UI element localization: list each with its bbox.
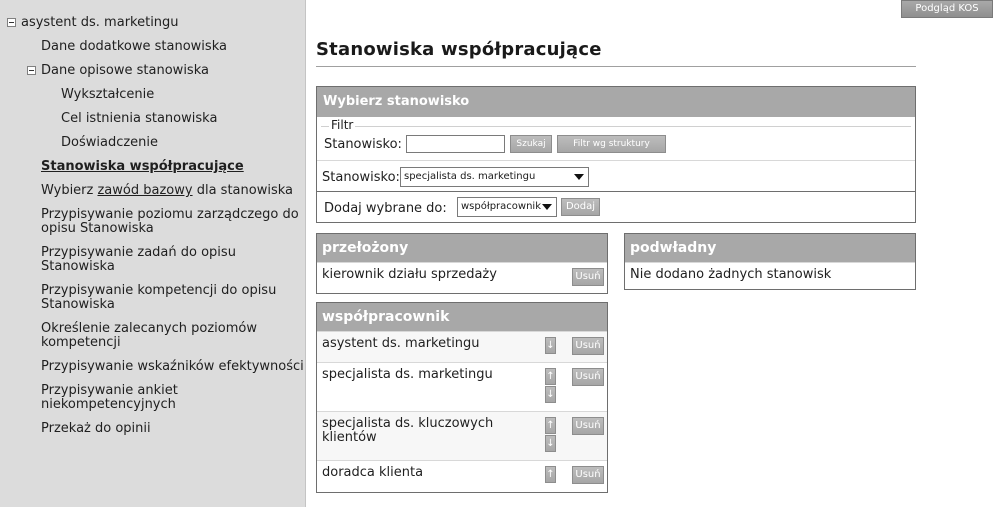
base-profession-link[interactable]: zawód bazowy <box>97 183 192 198</box>
sidebar-item-tasks[interactable]: Przypisywanie zadań do opisu Stanowiska <box>41 246 251 274</box>
sidebar-item-label: Wybierz <box>41 183 98 198</box>
collapse-icon[interactable] <box>27 66 36 75</box>
panel-header: Wybierz stanowisko <box>317 87 915 117</box>
add-target-select[interactable]: współpracownik <box>457 197 557 217</box>
sidebar-item-label: dla stanowiska <box>192 183 293 198</box>
page-title: Stanowiska współpracujące <box>316 39 602 60</box>
sidebar-item-send-for-review[interactable]: Przekaż do opinii <box>41 422 151 436</box>
sidebar-item-additional-data[interactable]: Dane dodatkowe stanowiska <box>41 40 227 54</box>
add-button[interactable]: Dodaj <box>561 198 600 216</box>
add-to-label: Dodaj wybrane do: <box>324 201 447 216</box>
table-row: doradca klienta ↑ Usuń <box>317 460 607 492</box>
superior-panel: przełożony kierownik działu sprzedaży Us… <box>316 233 608 294</box>
delete-button[interactable]: Usuń <box>572 268 604 286</box>
sidebar-item-label[interactable]: Przypisywanie kompetencji do opisu Stano… <box>41 283 276 312</box>
sidebar-item-label[interactable]: Dane dodatkowe stanowiska <box>41 39 227 54</box>
position-name: asystent ds. marketingu <box>322 336 480 351</box>
sidebar-item-kpis[interactable]: Przypisywanie wskaźników efektywności <box>41 360 304 374</box>
sidebar-item-cooperating-positions[interactable]: Stanowiska współpracujące <box>41 160 244 174</box>
arrow-down-icon[interactable]: ↓ <box>545 337 556 354</box>
arrow-down-icon[interactable]: ↓ <box>545 435 556 452</box>
subordinate-panel: podwładny Nie dodano żadnych stanowisk <box>624 233 916 290</box>
chevron-down-icon <box>542 204 552 210</box>
sidebar-item-surveys[interactable]: Przypisywanie ankiet niekompetencyjnych <box>41 384 221 412</box>
sidebar-item-purpose[interactable]: Cel istnienia stanowiska <box>61 112 217 126</box>
empty-message: Nie dodano żadnych stanowisk <box>630 267 832 282</box>
row-divider <box>317 160 915 161</box>
delete-button[interactable]: Usuń <box>572 417 604 435</box>
coworker-header: współpracownik <box>317 303 607 331</box>
sidebar-item-label[interactable]: Wykształcenie <box>61 87 154 102</box>
add-target-select-value: współpracownik <box>461 201 541 212</box>
kos-preview-button[interactable]: Podgląd KOS <box>901 0 993 18</box>
search-button[interactable]: Szukaj <box>510 135 552 153</box>
delete-button[interactable]: Usuń <box>572 368 604 386</box>
select-position-panel: Wybierz stanowisko Filtr Stanowisko: Szu… <box>316 86 916 223</box>
sidebar-item-label[interactable]: Przypisywanie ankiet niekompetencyjnych <box>41 383 178 412</box>
arrow-up-icon[interactable]: ↑ <box>545 417 556 434</box>
superior-header: przełożony <box>317 234 607 262</box>
filter-label: Stanowisko: <box>324 137 402 152</box>
position-name: specjalista ds. marketingu <box>322 367 493 382</box>
arrow-down-icon[interactable]: ↓ <box>545 386 556 403</box>
collapse-icon[interactable] <box>7 18 16 27</box>
position-select[interactable]: specjalista ds. marketingu <box>400 167 589 187</box>
delete-button[interactable]: Usuń <box>572 466 604 484</box>
position-label: Stanowisko: <box>322 170 400 185</box>
sidebar-item-label[interactable]: Określenie zalecanych poziomów kompetenc… <box>41 321 257 350</box>
sidebar-item-base-profession[interactable]: Wybierz zawód bazowy dla stanowiska <box>41 184 293 198</box>
filter-legend: Filtr <box>329 118 356 132</box>
position-name: specjalista ds. kluczowych klientów <box>322 416 494 445</box>
position-name: doradca klienta <box>322 465 424 480</box>
subordinate-header: podwładny <box>625 234 915 262</box>
table-row: kierownik działu sprzedaży Usuń <box>317 262 607 293</box>
title-divider <box>316 66 916 67</box>
sidebar-item-education[interactable]: Wykształcenie <box>61 88 154 102</box>
sidebar-item-label[interactable]: Doświadczenie <box>61 135 158 150</box>
chevron-down-icon <box>574 174 584 180</box>
structure-filter-button[interactable]: Filtr wg struktury <box>557 135 666 153</box>
table-row: specjalista ds. marketingu ↑ ↓ Usuń <box>317 362 607 411</box>
sidebar-item-label[interactable]: Stanowiska współpracujące <box>41 159 244 174</box>
arrow-up-icon[interactable]: ↑ <box>545 368 556 385</box>
table-row: asystent ds. marketingu ↓ Usuń <box>317 331 607 362</box>
sidebar-item-competences[interactable]: Przypisywanie kompetencji do opisu Stano… <box>41 284 281 312</box>
sidebar-item-label[interactable]: Cel istnienia stanowiska <box>61 111 217 126</box>
sidebar-item-label[interactable]: Przypisywanie zadań do opisu Stanowiska <box>41 245 236 274</box>
position-name: kierownik działu sprzedaży <box>322 267 497 282</box>
position-search-input[interactable] <box>406 135 505 153</box>
sidebar-item-management-level[interactable]: Przypisywanie poziomu zarządczego do opi… <box>41 208 303 236</box>
table-row: specjalista ds. kluczowych klientów ↑ ↓ … <box>317 411 607 460</box>
row-divider <box>317 191 915 192</box>
coworker-panel: współpracownik asystent ds. marketingu ↓… <box>316 302 608 493</box>
sidebar-item-label[interactable]: Przypisywanie poziomu zarządczego do opi… <box>41 207 299 236</box>
tree-root-label[interactable]: asystent ds. marketingu <box>21 16 179 30</box>
sidebar-item-label[interactable]: Przypisywanie wskaźników efektywności <box>41 359 304 374</box>
position-select-value: specjalista ds. marketingu <box>404 171 536 182</box>
sidebar: asystent ds. marketingu Dane dodatkowe s… <box>0 0 306 507</box>
empty-row: Nie dodano żadnych stanowisk <box>625 262 915 289</box>
sidebar-item-label[interactable]: Dane opisowe stanowiska <box>41 64 209 78</box>
arrow-up-icon[interactable]: ↑ <box>545 466 556 483</box>
sidebar-item-label[interactable]: Przekaż do opinii <box>41 421 151 436</box>
sidebar-item-experience[interactable]: Doświadczenie <box>61 136 158 150</box>
delete-button[interactable]: Usuń <box>572 337 604 355</box>
sidebar-item-competence-levels[interactable]: Określenie zalecanych poziomów kompetenc… <box>41 322 266 350</box>
